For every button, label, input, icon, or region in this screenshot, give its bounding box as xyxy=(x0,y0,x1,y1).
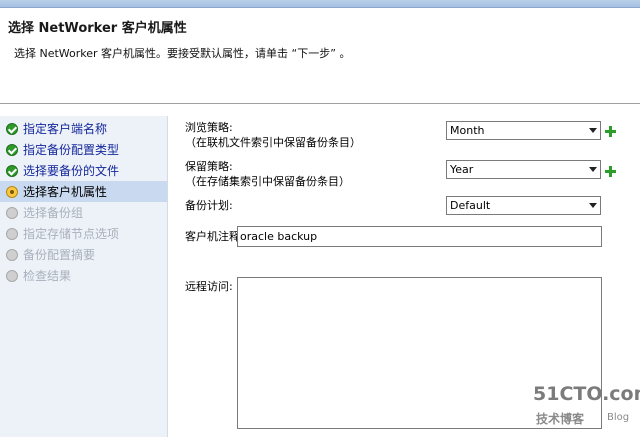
step-specify-client-name[interactable]: 指定客户端名称 xyxy=(0,118,167,139)
check-icon xyxy=(6,143,18,156)
add-retention-policy-icon[interactable] xyxy=(605,166,616,177)
step-select-files[interactable]: 选择要备份的文件 xyxy=(0,160,167,181)
current-step-icon xyxy=(6,185,18,198)
wizard-header: 选择 NetWorker 客户机属性 选择 NetWorker 客户机属性。要接… xyxy=(0,8,640,104)
schedule-select[interactable]: Default xyxy=(446,196,601,215)
schedule-value: Default xyxy=(450,199,491,212)
window-title-bar xyxy=(0,0,640,8)
pending-step-icon xyxy=(6,269,18,282)
step-label: 检查结果 xyxy=(23,269,72,283)
step-label: 指定备份配置类型 xyxy=(23,143,120,157)
browse-policy-select[interactable]: Month xyxy=(446,121,601,140)
check-icon xyxy=(6,122,18,135)
browse-policy-label: 浏览策略: （在联机文件索引中保留备份条目） xyxy=(185,120,361,150)
step-check-results: 检查结果 xyxy=(0,265,167,286)
page-description: 选择 NetWorker 客户机属性。要接受默认属性，请单击 “下一步” 。 xyxy=(14,47,351,60)
dropdown-arrow-icon xyxy=(589,203,597,208)
step-client-properties[interactable]: 选择客户机属性 xyxy=(0,181,167,202)
step-label: 选择要备份的文件 xyxy=(23,164,120,178)
browse-policy-value: Month xyxy=(450,124,485,137)
client-comment-input[interactable]: oracle backup xyxy=(237,226,602,247)
browse-policy-hint: （在联机文件索引中保留备份条目） xyxy=(185,136,361,149)
client-comment-label: 客户机注释: xyxy=(185,230,244,243)
dropdown-arrow-icon xyxy=(589,167,597,172)
pending-step-icon xyxy=(6,206,18,219)
retention-policy-hint: （在存储集索引中保留备份条目） xyxy=(185,175,350,188)
step-label: 指定客户端名称 xyxy=(23,122,108,136)
site-watermark: 51CTO.com 技术博客 Blog xyxy=(533,383,640,433)
step-storage-node: 指定存储节点选项 xyxy=(0,223,167,244)
step-label: 备份配置摘要 xyxy=(23,248,96,262)
watermark-name: 技术博客 xyxy=(536,412,585,426)
add-browse-policy-icon[interactable] xyxy=(605,126,616,137)
dropdown-arrow-icon xyxy=(589,128,597,133)
step-label: 指定存储节点选项 xyxy=(23,227,120,241)
page-title: 选择 NetWorker 客户机属性 xyxy=(8,21,187,36)
step-label: 选择备份组 xyxy=(23,206,84,220)
schedule-label: 备份计划: xyxy=(185,199,233,212)
step-select-group: 选择备份组 xyxy=(0,202,167,223)
remote-access-label: 远程访问: xyxy=(185,280,233,293)
check-icon xyxy=(6,164,18,177)
retention-policy-select[interactable]: Year xyxy=(446,160,601,179)
step-summary: 备份配置摘要 xyxy=(0,244,167,265)
retention-policy-label: 保留策略: （在存储集索引中保留备份条目） xyxy=(185,159,350,189)
browse-policy-title: 浏览策略: xyxy=(185,121,233,134)
retention-policy-title: 保留策略: xyxy=(185,160,233,173)
pending-step-icon xyxy=(6,227,18,240)
watermark-site: 51CTO.com xyxy=(533,383,640,405)
step-backup-config-type[interactable]: 指定备份配置类型 xyxy=(0,139,167,160)
retention-policy-value: Year xyxy=(450,163,474,176)
pending-step-icon xyxy=(6,248,18,261)
wizard-steps: 指定客户端名称 指定备份配置类型 选择要备份的文件 选择客户机属性 选择备份组 … xyxy=(0,116,168,437)
watermark-blog: Blog xyxy=(607,412,630,423)
step-label: 选择客户机属性 xyxy=(23,185,108,199)
